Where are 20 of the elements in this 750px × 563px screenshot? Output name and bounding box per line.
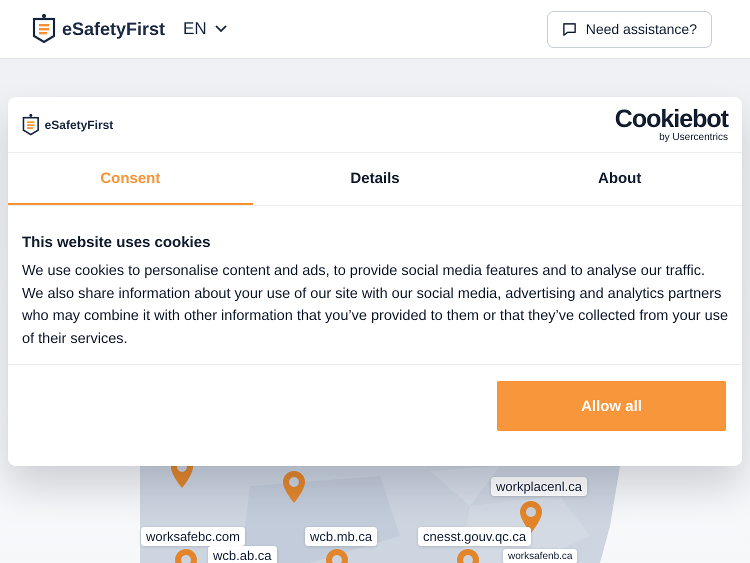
- chevron-down-icon: [214, 25, 227, 33]
- map-label: wcb.ab.ca: [208, 546, 277, 563]
- help-button[interactable]: Need assistance?: [546, 10, 712, 48]
- dialog-tab[interactable]: Details: [252, 153, 498, 205]
- map-label: cnesst.gouv.qc.ca: [418, 527, 532, 546]
- language-selector[interactable]: EN: [183, 19, 227, 39]
- map-label: worksafenb.ca: [503, 549, 578, 563]
- dialog-title: This website uses cookies: [22, 234, 212, 251]
- map-label: wcb.mb.ca: [305, 527, 378, 546]
- shield-logo-icon: [22, 114, 40, 136]
- map-label: workplacenl.ca: [491, 477, 587, 496]
- chat-bubble-icon: [562, 22, 577, 36]
- shield-logo-icon: [32, 14, 56, 44]
- brand-name: eSafetyFirst: [44, 118, 114, 132]
- dialog-tab[interactable]: About: [497, 153, 742, 205]
- provider-logo: Cookiebot by Usercentrics: [614, 106, 728, 142]
- cookie-description: We use cookies to personalise content and ads, to provide social media features and to analyse our traffic. We also share information about your use of our site with our social media, advertising and analytics partners who may combine it with other information that you’ve provided to them or that they’ve collected from your use of their services.: [22, 262, 728, 348]
- map-pin-icon: [282, 470, 306, 504]
- map-label: worksafebc.com: [141, 527, 245, 546]
- brand-name[interactable]: eSafetyFirst: [62, 18, 166, 40]
